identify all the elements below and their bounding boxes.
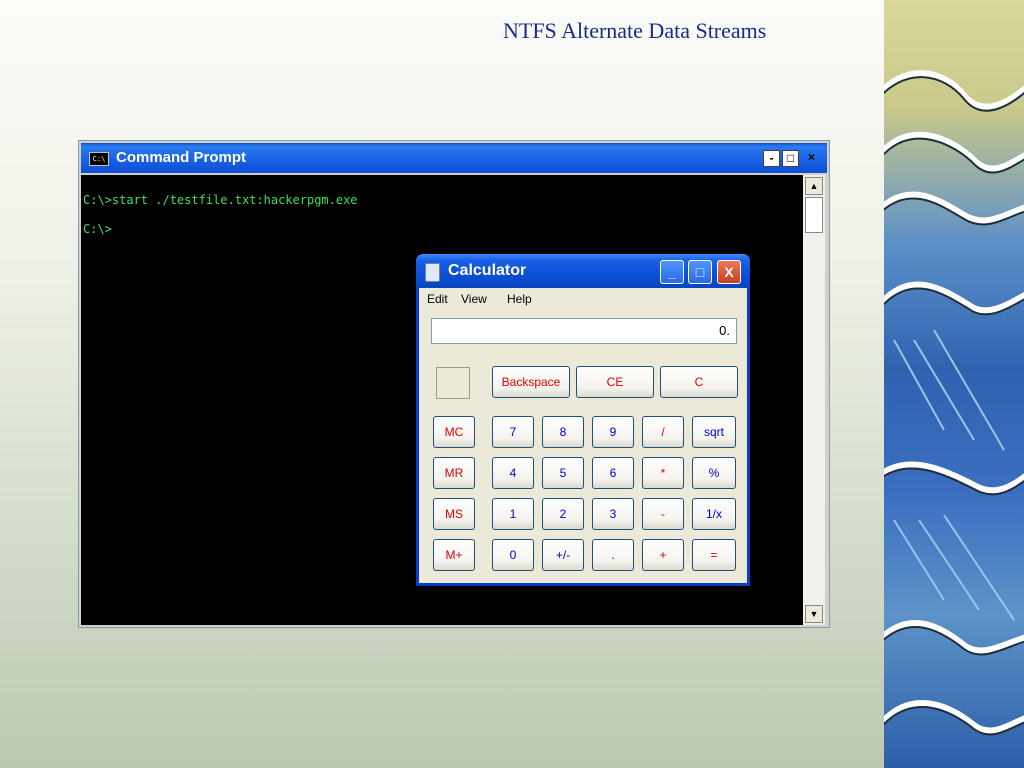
sqrt-button[interactable]: sqrt [692, 416, 736, 448]
mc-button[interactable]: MC [433, 416, 475, 448]
calculator-menubar: Edit View Help [419, 288, 747, 310]
decimal-button[interactable]: . [592, 539, 634, 571]
calculator-title: Calculator [448, 262, 527, 279]
console-prompt: C:\> [83, 222, 112, 236]
calculator-maximize-button[interactable]: □ [688, 260, 712, 284]
sign-toggle-button[interactable]: +/- [542, 539, 584, 571]
scroll-up-icon[interactable]: ▲ [805, 177, 823, 195]
scroll-down-icon[interactable]: ▼ [805, 605, 823, 623]
decorative-wave-panel [884, 0, 1024, 768]
calculator-titlebar[interactable]: Calculator _ □ X [416, 254, 750, 288]
menu-help[interactable]: Help [507, 292, 532, 306]
calculator-window: Calculator _ □ X Edit View Help 0. Backs… [416, 254, 750, 586]
calculator-display: 0. [431, 318, 737, 344]
digit-6-button[interactable]: 6 [592, 457, 634, 489]
scroll-thumb[interactable] [805, 197, 823, 233]
equals-button[interactable]: = [692, 539, 736, 571]
m-plus-button[interactable]: M+ [433, 539, 475, 571]
menu-edit[interactable]: Edit [427, 292, 448, 306]
minimize-button[interactable]: - [763, 150, 780, 167]
menu-view[interactable]: View [461, 292, 487, 306]
digit-2-button[interactable]: 2 [542, 498, 584, 530]
clear-button[interactable]: C [660, 366, 738, 398]
calculator-body: Edit View Help 0. Backspace CE C MC MR M… [419, 288, 747, 583]
console-icon: C:\ [89, 152, 109, 166]
digit-0-button[interactable]: 0 [492, 539, 534, 571]
slide-title: NTFS Alternate Data Streams [503, 18, 767, 43]
vertical-scrollbar[interactable]: ▲ ▼ [803, 175, 825, 625]
memory-indicator [436, 367, 470, 399]
command-prompt-titlebar[interactable]: C:\ Command Prompt - □ × [81, 143, 827, 173]
subtract-button[interactable]: - [642, 498, 684, 530]
digit-4-button[interactable]: 4 [492, 457, 534, 489]
calculator-minimize-button[interactable]: _ [660, 260, 684, 284]
digit-5-button[interactable]: 5 [542, 457, 584, 489]
window-title: Command Prompt [116, 149, 247, 166]
percent-button[interactable]: % [692, 457, 736, 489]
mr-button[interactable]: MR [433, 457, 475, 489]
ms-button[interactable]: MS [433, 498, 475, 530]
calculator-icon [425, 263, 440, 282]
backspace-button[interactable]: Backspace [492, 366, 570, 398]
wave-illustration [884, 70, 1024, 736]
close-button[interactable]: × [803, 150, 820, 167]
maximize-button[interactable]: □ [782, 150, 799, 167]
divide-button[interactable]: / [642, 416, 684, 448]
reciprocal-button[interactable]: 1/x [692, 498, 736, 530]
console-line: C:\>start ./testfile.txt:hackerpgm.exe [83, 193, 358, 207]
digit-9-button[interactable]: 9 [592, 416, 634, 448]
add-button[interactable]: + [642, 539, 684, 571]
digit-8-button[interactable]: 8 [542, 416, 584, 448]
digit-3-button[interactable]: 3 [592, 498, 634, 530]
calculator-close-button[interactable]: X [717, 260, 741, 284]
clear-entry-button[interactable]: CE [576, 366, 654, 398]
digit-7-button[interactable]: 7 [492, 416, 534, 448]
digit-1-button[interactable]: 1 [492, 498, 534, 530]
multiply-button[interactable]: * [642, 457, 684, 489]
